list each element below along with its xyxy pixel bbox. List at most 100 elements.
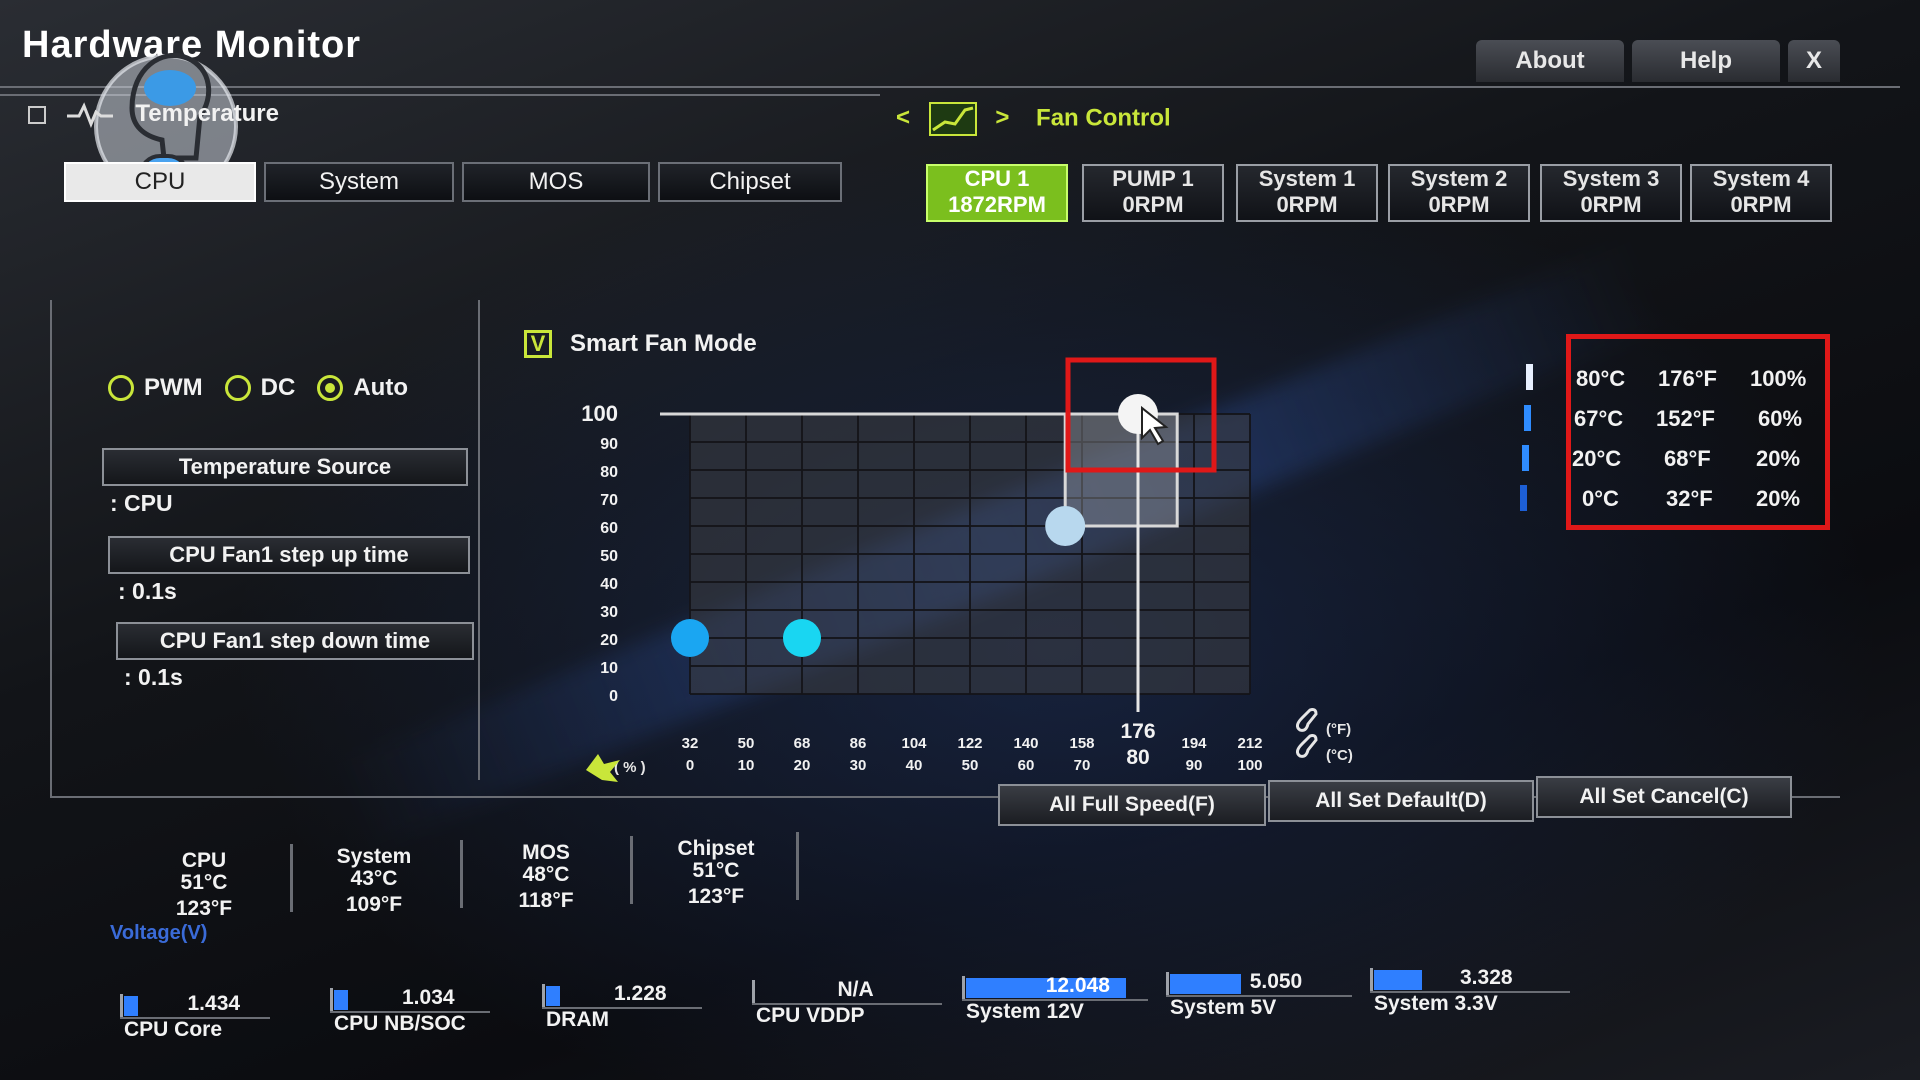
- voltage-bar-fill: [334, 990, 348, 1010]
- sensor-celsius: 51°C: [692, 859, 740, 882]
- chart-y-tick: 40: [600, 576, 618, 593]
- chart-x-tick-f: 86: [850, 735, 867, 752]
- chart-x-tick-c: 70: [1074, 757, 1091, 774]
- curve-percent: 20%: [1756, 446, 1801, 471]
- voltage-name: System 5V: [1170, 996, 1277, 1019]
- chart-x-tick-f: 176: [1120, 720, 1155, 743]
- curve-fahrenheit: 152°F: [1656, 406, 1715, 431]
- curve-celsius: 80°C: [1576, 366, 1626, 391]
- chart-curve-point: [671, 619, 709, 657]
- curve-percent: 20%: [1756, 486, 1801, 511]
- sensor-cpu: CPU 51°C 123°F: [156, 850, 252, 920]
- thermometer-c-icon: [1295, 734, 1318, 758]
- chart-x-tick-c: 40: [906, 757, 923, 774]
- voltage-value: 1.228: [614, 982, 667, 1005]
- voltage-bar-cap: [1166, 972, 1169, 996]
- sensor-mos: MOS 48°C 118°F: [494, 842, 598, 912]
- sensor-name: CPU: [181, 849, 227, 872]
- chart-unit-percent: ( % ): [614, 759, 646, 776]
- voltage-name: CPU VDDP: [756, 1004, 865, 1027]
- chart-unit-f: (°F): [1326, 721, 1351, 738]
- chart-curve-point: [783, 619, 821, 657]
- chart-y-tick: 30: [600, 604, 618, 621]
- voltage-bar-cap: [120, 994, 123, 1018]
- sensor-divider: [290, 844, 293, 912]
- curve-celsius: 67°C: [1574, 406, 1624, 431]
- sensor-fahrenheit: 123°F: [175, 897, 233, 920]
- chart-x-tick-c: 90: [1186, 757, 1203, 774]
- chart-y-tick: 60: [600, 520, 618, 537]
- chart-x-tick-c: 80: [1126, 746, 1149, 769]
- chart-x-tick-f: 104: [901, 735, 927, 752]
- fan-curve-chart[interactable]: 1009080706050403020100320501068208630104…: [0, 0, 1920, 1080]
- voltage-value: 3.328: [1460, 966, 1513, 989]
- curve-percent: 100%: [1750, 366, 1807, 391]
- voltage-bar-cap: [752, 980, 755, 1004]
- chart-y-tick: 70: [600, 492, 618, 509]
- voltage-value: 1.034: [402, 986, 455, 1009]
- curve-fahrenheit: 32°F: [1666, 486, 1713, 511]
- chart-x-tick-c: 0: [686, 757, 694, 774]
- chart-x-tick-c: 20: [794, 757, 811, 774]
- voltage-name: System 12V: [966, 1000, 1084, 1023]
- curve-fahrenheit: 68°F: [1664, 446, 1711, 471]
- sensor-fahrenheit: 123°F: [687, 885, 745, 908]
- chart-x-tick-c: 50: [962, 757, 979, 774]
- voltage-value: 12.048: [1045, 974, 1110, 997]
- curve-celsius: 20°C: [1572, 446, 1622, 471]
- curve-celsius: 0°C: [1582, 486, 1619, 511]
- chart-y-tick: 100: [581, 401, 618, 426]
- sensor-chipset: Chipset 51°C 123°F: [660, 838, 772, 908]
- sensor-celsius: 43°C: [350, 867, 398, 890]
- chart-x-tick-f: 212: [1237, 735, 1262, 752]
- chart-y-tick: 10: [600, 660, 618, 677]
- chart-x-tick-c: 10: [738, 757, 755, 774]
- thermometer-f-icon: [1295, 708, 1318, 732]
- sensor-divider: [630, 836, 633, 904]
- voltage-value: 5.050: [1249, 970, 1303, 993]
- curve-percent: 60%: [1758, 406, 1803, 431]
- all-full-speed-button[interactable]: All Full Speed(F): [998, 784, 1266, 826]
- chart-y-tick: 50: [600, 548, 618, 565]
- voltage-bar-fill: [124, 996, 139, 1016]
- chart-x-tick-c: 30: [850, 757, 867, 774]
- hardware-monitor-screen: Hardware Monitor About Help X Temperatur…: [0, 0, 1920, 1080]
- voltage-bar-fill: [1374, 970, 1422, 990]
- voltage-value: 1.434: [187, 992, 241, 1015]
- chart-x-tick-f: 122: [957, 735, 982, 752]
- chart-x-tick-c: 100: [1237, 757, 1262, 774]
- curve-row-marker: [1524, 405, 1531, 431]
- sensor-name: MOS: [522, 841, 570, 864]
- chart-curve-point: [1045, 506, 1086, 546]
- sensor-name: System: [336, 845, 412, 868]
- sensor-fahrenheit: 109°F: [345, 893, 403, 916]
- chart-x-tick-f: 32: [682, 735, 699, 752]
- voltage-bar-fill: [546, 986, 560, 1006]
- voltage-bar-cap: [542, 984, 545, 1008]
- voltage-name: DRAM: [546, 1008, 609, 1031]
- voltage-name: CPU NB/SOC: [334, 1012, 466, 1035]
- voltage-bar-cap: [1370, 968, 1373, 992]
- chart-y-tick: 0: [609, 688, 618, 705]
- chart-x-tick-c: 60: [1018, 757, 1035, 774]
- all-set-cancel-button[interactable]: All Set Cancel(C): [1536, 776, 1792, 818]
- chart-unit-c: (°C): [1326, 747, 1353, 764]
- chart-x-tick-f: 194: [1181, 735, 1207, 752]
- sensor-celsius: 48°C: [522, 863, 570, 886]
- voltage-bar-fill: [1170, 974, 1242, 994]
- chart-x-tick-f: 50: [738, 735, 755, 752]
- chart-y-tick: 80: [600, 464, 618, 481]
- sensor-name: Chipset: [677, 837, 755, 860]
- all-set-default-button[interactable]: All Set Default(D): [1268, 780, 1534, 822]
- voltage-bar-cap: [330, 988, 333, 1012]
- voltage-value: N/A: [837, 978, 874, 1001]
- sensor-system: System 43°C 109°F: [318, 846, 430, 916]
- voltage-label: Voltage(V): [110, 922, 208, 944]
- curve-fahrenheit: 176°F: [1658, 366, 1717, 391]
- chart-x-tick-f: 140: [1013, 735, 1038, 752]
- sensor-celsius: 51°C: [180, 871, 228, 894]
- chart-x-tick-f: 68: [794, 735, 811, 752]
- voltage-name: CPU Core: [124, 1018, 223, 1041]
- sensor-fahrenheit: 118°F: [518, 889, 574, 912]
- curve-row-marker: [1520, 485, 1527, 511]
